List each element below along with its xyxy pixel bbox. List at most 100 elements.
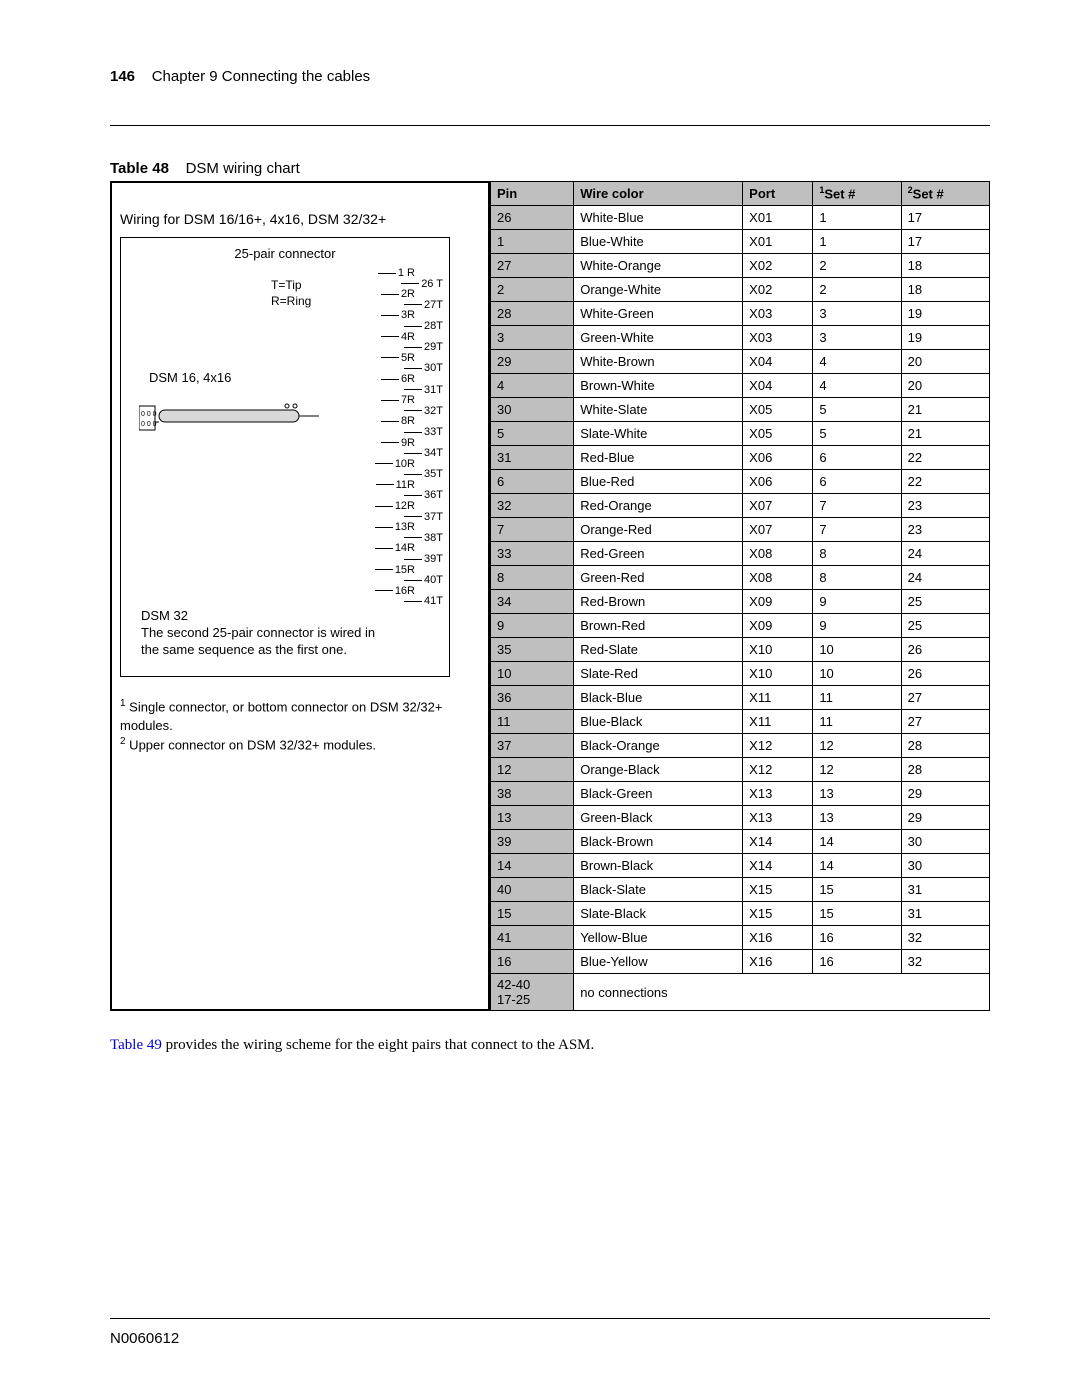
cell-set2: 23 xyxy=(901,518,989,542)
wiring-title: Wiring for DSM 16/16+, 4x16, DSM 32/32+ xyxy=(120,211,480,227)
table-row: 13Green-BlackX131329 xyxy=(491,806,990,830)
document-number: N0060612 xyxy=(110,1330,179,1347)
col-wire: Wire color xyxy=(574,182,743,206)
table-row: 34Red-BrownX09925 xyxy=(491,590,990,614)
cell-set1: 5 xyxy=(813,398,901,422)
cell-port: X14 xyxy=(743,830,813,854)
cell-set2: 17 xyxy=(901,230,989,254)
cell-port: X01 xyxy=(743,230,813,254)
col-port: Port xyxy=(743,182,813,206)
table-row: 29White-BrownX04420 xyxy=(491,350,990,374)
cell-wire: White-Orange xyxy=(574,254,743,278)
cell-port: X11 xyxy=(743,710,813,734)
table-row: 10Slate-RedX101026 xyxy=(491,662,990,686)
cell-port: X04 xyxy=(743,350,813,374)
cell-wire: White-Slate xyxy=(574,398,743,422)
cell-port: X02 xyxy=(743,278,813,302)
cell-set1: 9 xyxy=(813,614,901,638)
cell-port: X07 xyxy=(743,518,813,542)
table-row: 11Blue-BlackX111127 xyxy=(491,710,990,734)
diagram-panel: Wiring for DSM 16/16+, 4x16, DSM 32/32+ … xyxy=(110,181,490,1011)
cell-wire: Green-Black xyxy=(574,806,743,830)
table-row: 32Red-OrangeX07723 xyxy=(491,494,990,518)
table-row: 9Brown-RedX09925 xyxy=(491,614,990,638)
footer-divider xyxy=(110,1318,990,1319)
table-label: Table 48 xyxy=(110,160,169,177)
cell-wire: Orange-White xyxy=(574,278,743,302)
cell-wire: Slate-Red xyxy=(574,662,743,686)
cell-port: X16 xyxy=(743,950,813,974)
cell-wire: Black-Orange xyxy=(574,734,743,758)
cell-set1: 10 xyxy=(813,662,901,686)
tip-label: T=Tip xyxy=(271,278,311,294)
cell-set1: 11 xyxy=(813,686,901,710)
cell-pin: 11 xyxy=(491,710,574,734)
cell-set2: 31 xyxy=(901,878,989,902)
table-row: 4Brown-WhiteX04420 xyxy=(491,374,990,398)
cell-set1: 5 xyxy=(813,422,901,446)
cell-set2: 18 xyxy=(901,278,989,302)
cell-set1: 2 xyxy=(813,278,901,302)
cell-pin: 33 xyxy=(491,542,574,566)
cell-port: X10 xyxy=(743,638,813,662)
tip-ring-legend: T=Tip R=Ring xyxy=(271,278,311,309)
table-row: 30White-SlateX05521 xyxy=(491,398,990,422)
cell-pin: 4 xyxy=(491,374,574,398)
cell-pin: 9 xyxy=(491,614,574,638)
body-rest: provides the wiring scheme for the eight… xyxy=(162,1037,594,1053)
cell-set1: 12 xyxy=(813,758,901,782)
cell-pin: 35 xyxy=(491,638,574,662)
cell-set2: 29 xyxy=(901,806,989,830)
cell-pin: 13 xyxy=(491,806,574,830)
cell-port: X08 xyxy=(743,566,813,590)
cell-wire: Brown-Black xyxy=(574,854,743,878)
cell-set2: 25 xyxy=(901,614,989,638)
table-row: 1Blue-WhiteX01117 xyxy=(491,230,990,254)
cell-pin: 12 xyxy=(491,758,574,782)
cell-port: X04 xyxy=(743,374,813,398)
cell-set1: 14 xyxy=(813,830,901,854)
cell-set1: 3 xyxy=(813,326,901,350)
cell-wire: White-Blue xyxy=(574,206,743,230)
pair-label: 28T xyxy=(375,321,443,332)
cell-set2: 30 xyxy=(901,830,989,854)
cell-pin: 39 xyxy=(491,830,574,854)
cell-set2: 28 xyxy=(901,758,989,782)
cell-set1: 7 xyxy=(813,518,901,542)
cell-set2: 32 xyxy=(901,926,989,950)
cell-wire: Blue-White xyxy=(574,230,743,254)
table-row: 41Yellow-BlueX161632 xyxy=(491,926,990,950)
wiring-table: Pin Wire color Port 1Set # 2Set # 26Whit… xyxy=(490,181,990,1011)
cell-set2: 27 xyxy=(901,686,989,710)
table-49-link[interactable]: Table 49 xyxy=(110,1037,162,1053)
footnotes: 1 Single connector, or bottom connector … xyxy=(120,697,480,754)
table-title: DSM wiring chart xyxy=(186,160,300,177)
cell-pin: 27 xyxy=(491,254,574,278)
cell-pin: 7 xyxy=(491,518,574,542)
cell-pin: 41 xyxy=(491,926,574,950)
cell-wire: Green-Red xyxy=(574,566,743,590)
cell-port: X12 xyxy=(743,734,813,758)
cell-pin: 38 xyxy=(491,782,574,806)
module-icon: 0 0 0 0 0 0 xyxy=(139,398,319,438)
cell-set2: 20 xyxy=(901,374,989,398)
pair-connector-label: 25-pair connector xyxy=(129,246,441,261)
cell-set1: 7 xyxy=(813,494,901,518)
cell-set2: 25 xyxy=(901,590,989,614)
cell-port: X06 xyxy=(743,470,813,494)
cell-set1: 6 xyxy=(813,470,901,494)
cell-set1: 1 xyxy=(813,206,901,230)
cell-pin: 36 xyxy=(491,686,574,710)
cell-wire: Red-Blue xyxy=(574,446,743,470)
cell-set2: 28 xyxy=(901,734,989,758)
dsm32-note: DSM 32 The second 25-pair connector is w… xyxy=(141,608,381,659)
cell-set1: 9 xyxy=(813,590,901,614)
cell-pin: 10 xyxy=(491,662,574,686)
table-row: 16Blue-YellowX161632 xyxy=(491,950,990,974)
table-row: 38Black-GreenX131329 xyxy=(491,782,990,806)
table-row: 5Slate-WhiteX05521 xyxy=(491,422,990,446)
cell-set1: 15 xyxy=(813,878,901,902)
cell-set2: 31 xyxy=(901,902,989,926)
cell-set1: 15 xyxy=(813,902,901,926)
cell-set1: 2 xyxy=(813,254,901,278)
